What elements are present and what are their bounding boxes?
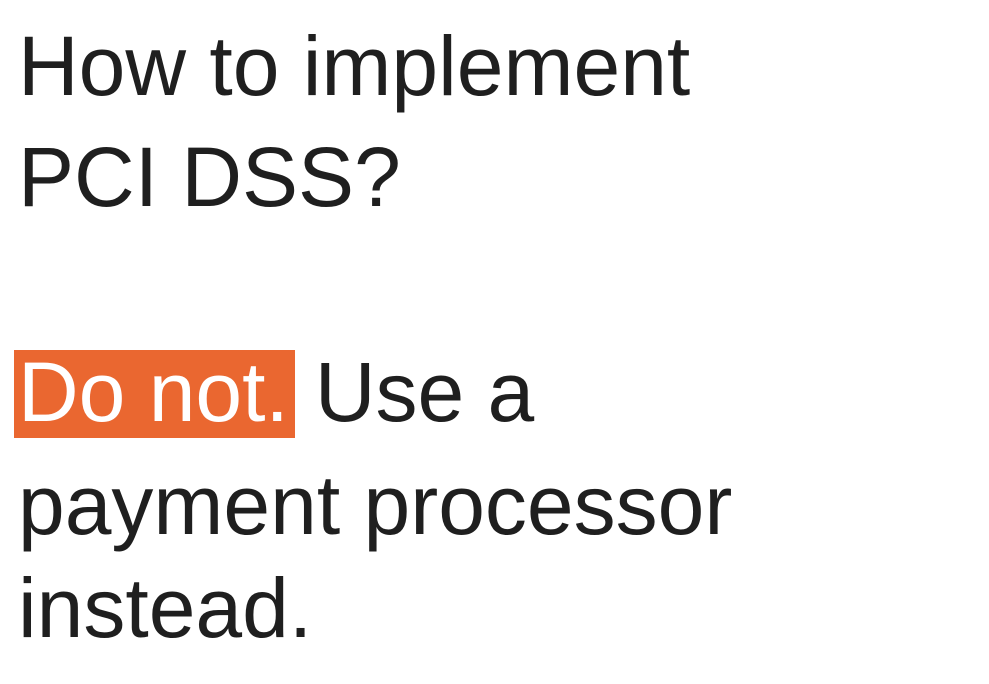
answer-line-1-rest: Use a (314, 345, 535, 439)
highlighted-answer: Do not. (14, 350, 295, 438)
question-line-2: PCI DSS? (18, 130, 401, 224)
meme-card: How to implement PCI DSS? Do not. Use a p… (0, 0, 989, 684)
question-line-1: How to implement (18, 19, 691, 113)
answer-line-2: payment processor (18, 458, 733, 552)
answer-line-3: instead. (18, 561, 313, 655)
answer-line-1: Do not. Use a (14, 350, 534, 438)
